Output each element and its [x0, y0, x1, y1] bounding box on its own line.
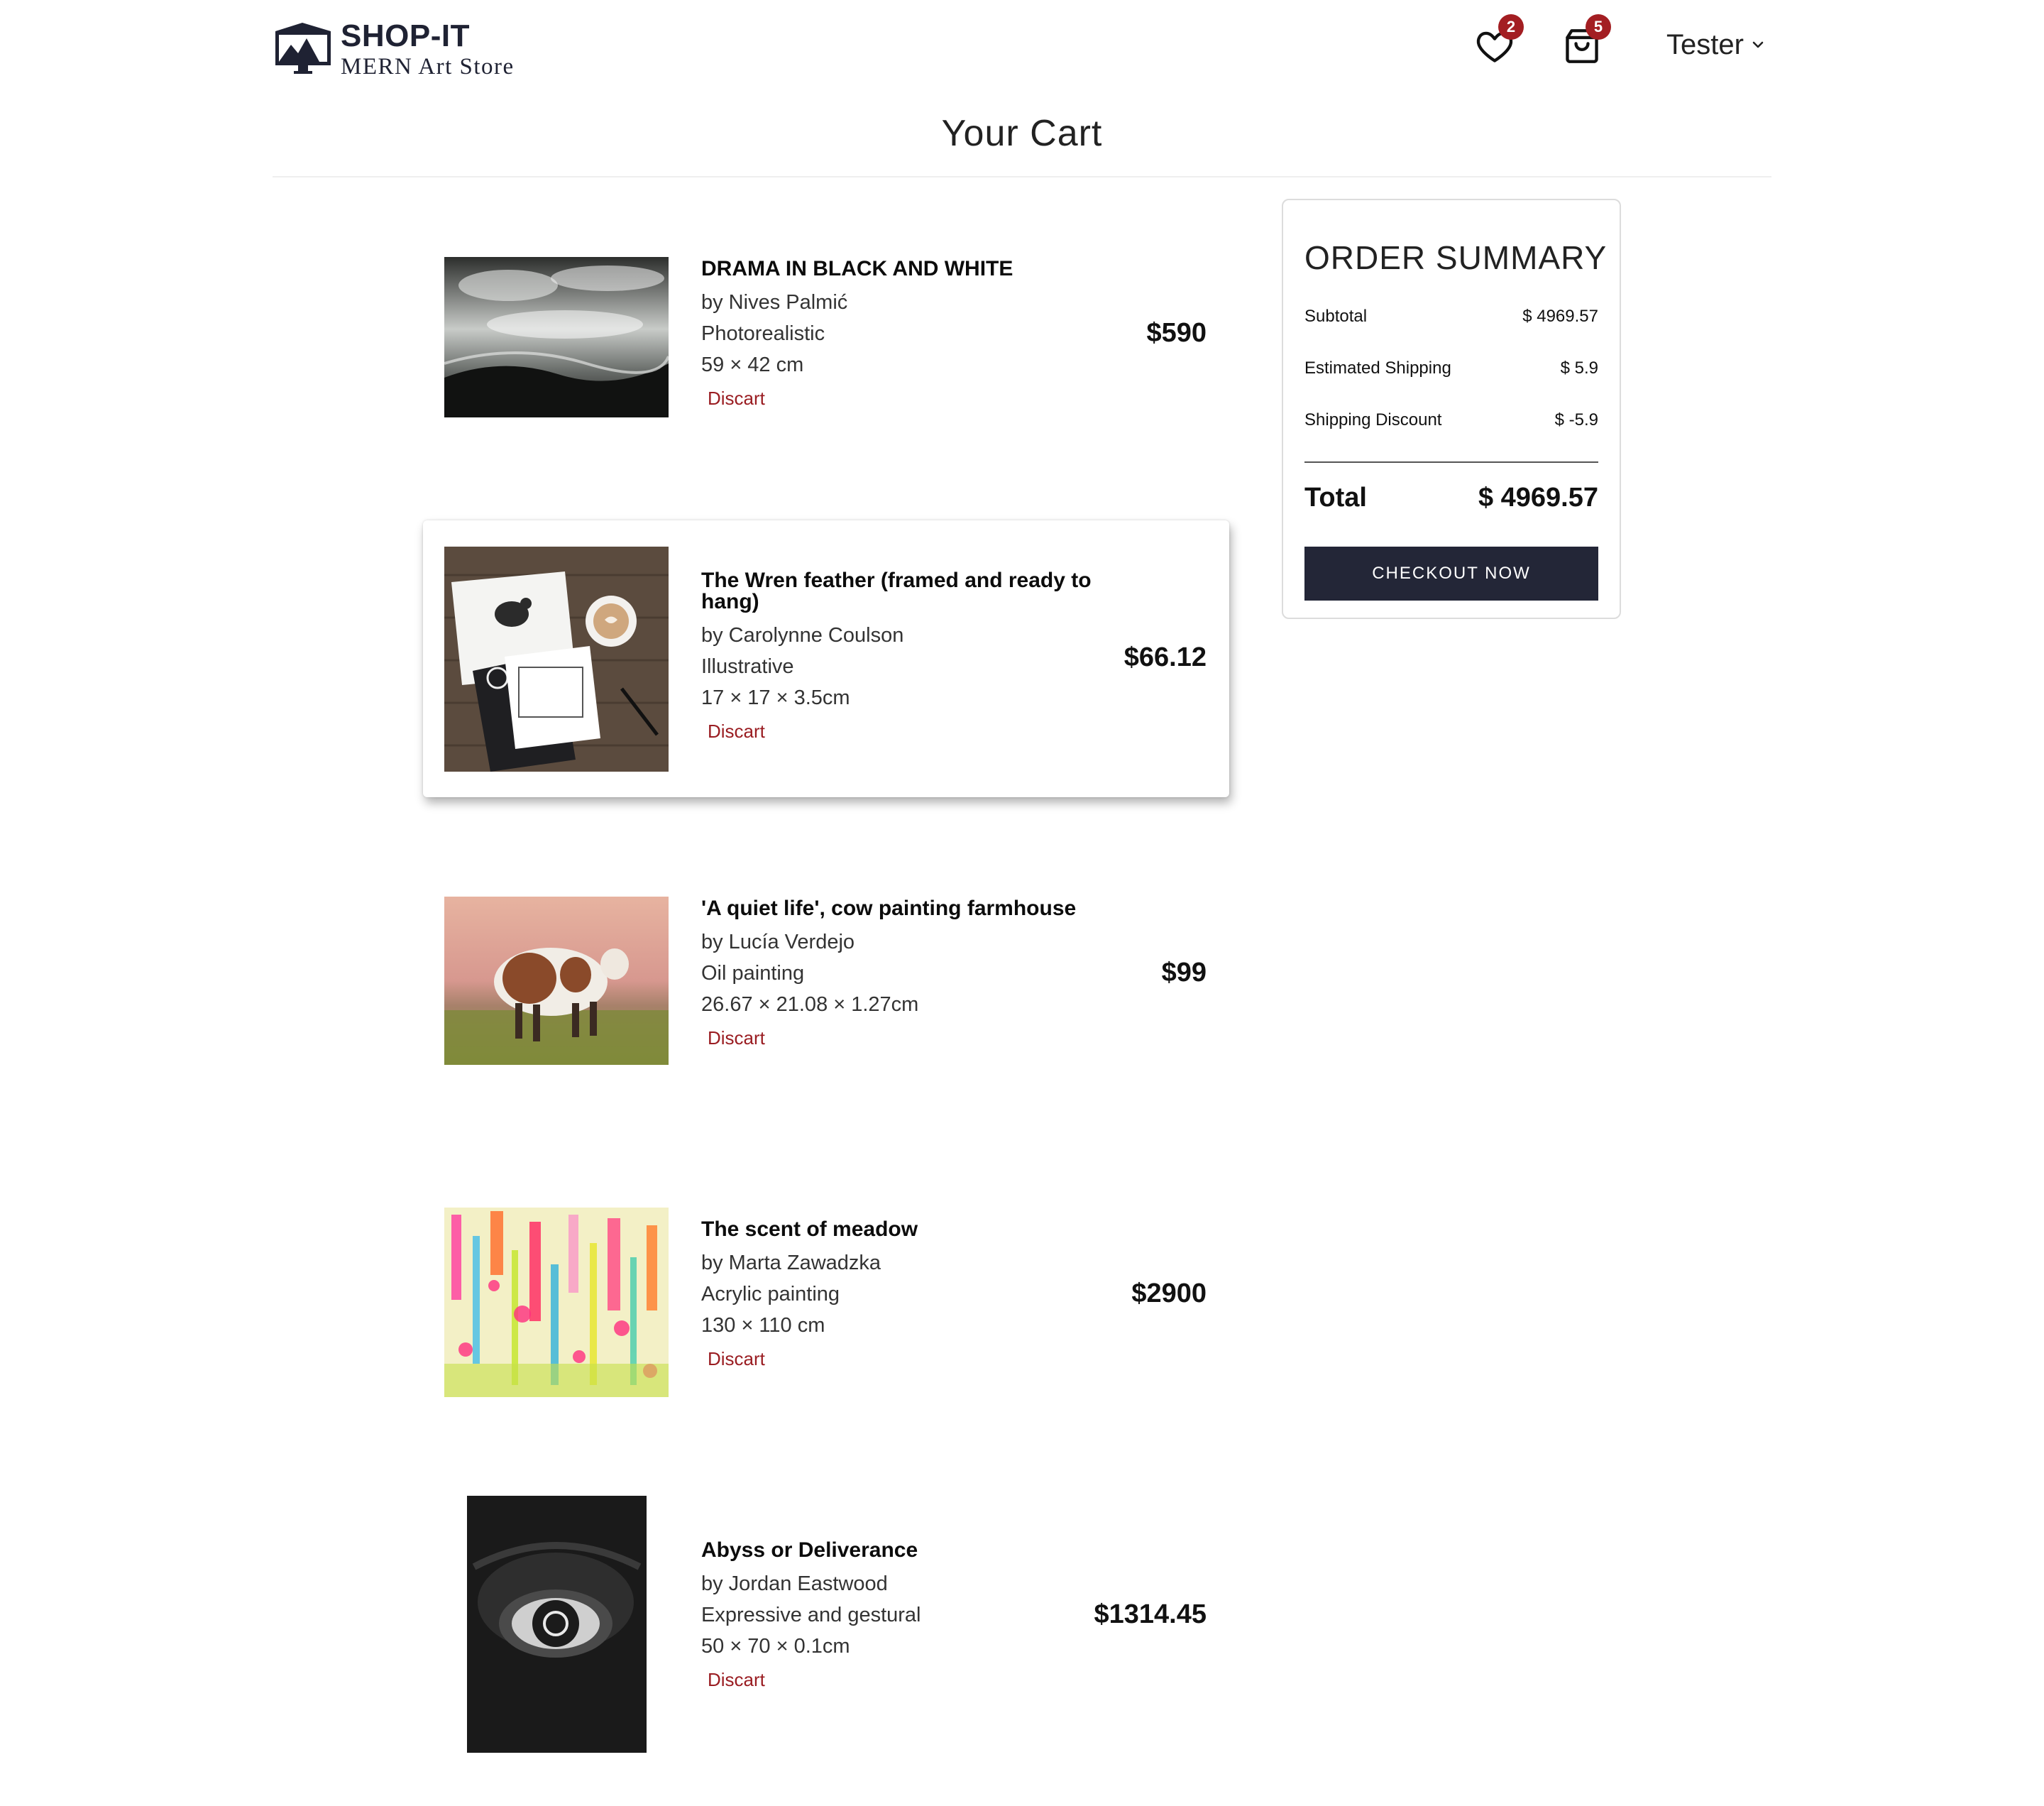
item-dimensions: 26.67 × 21.08 × 1.27cm: [701, 993, 919, 1016]
item-price: $1314.45: [1094, 1599, 1207, 1629]
artwork-thumbnail[interactable]: [444, 547, 669, 772]
item-name[interactable]: Abyss or Deliverance: [701, 1540, 1120, 1561]
artwork-image: [444, 257, 669, 417]
total-label: Total: [1304, 483, 1367, 513]
artwork-image: [467, 1496, 647, 1753]
item-artist: by Lucía Verdejo: [701, 931, 855, 953]
item-name[interactable]: The scent of meadow: [701, 1219, 1120, 1240]
item-name[interactable]: 'A quiet life', cow painting farmhouse: [701, 898, 1120, 919]
item-style: Illustrative: [701, 655, 794, 678]
item-artist: by Carolynne Coulson: [701, 624, 904, 647]
order-summary-panel: ORDER SUMMARY Subtotal $ 4969.57 Estimat…: [1282, 199, 1621, 619]
cart-count-badge: 5: [1586, 14, 1611, 40]
item-price: $66.12: [1123, 642, 1207, 672]
artwork-image: [444, 897, 669, 1065]
item-name[interactable]: The Wren feather (framed and ready to ha…: [701, 570, 1120, 613]
item-dimensions: 130 × 110 cm: [701, 1314, 825, 1337]
wishlist-count-badge: 2: [1498, 14, 1524, 40]
item-style: Expressive and gestural: [701, 1604, 921, 1626]
item-artist: by Jordan Eastwood: [701, 1572, 888, 1595]
item-style: Photorealistic: [701, 322, 825, 345]
item-style: Acrylic painting: [701, 1283, 840, 1306]
shipping-row: Estimated Shipping $ 5.9: [1304, 359, 1598, 378]
artwork-image: [444, 547, 669, 772]
discard-button[interactable]: Discart: [708, 388, 765, 410]
cart-item: The scent of meadow by Marta Zawadzka Ac…: [423, 1159, 1229, 1436]
item-artist: by Marta Zawadzka: [701, 1252, 881, 1274]
order-summary-title: ORDER SUMMARY: [1304, 239, 1608, 276]
cart-item: 'A quiet life', cow painting farmhouse b…: [423, 838, 1229, 1115]
cart-item: DRAMA IN BLACK AND WHITE by Nives Palmić…: [423, 193, 1229, 470]
subtotal-value: $ 4969.57: [1522, 307, 1598, 326]
item-price: $590: [1146, 318, 1207, 348]
artwork-thumbnail[interactable]: [444, 257, 669, 417]
artwork-thumbnail[interactable]: [444, 1208, 669, 1397]
item-price: $99: [1161, 958, 1207, 987]
item-name[interactable]: DRAMA IN BLACK AND WHITE: [701, 258, 1120, 280]
subtotal-label: Subtotal: [1304, 307, 1368, 326]
cart-button[interactable]: 5: [1561, 14, 1611, 67]
wishlist-button[interactable]: 2: [1474, 14, 1524, 67]
brand-name: SHOP-IT: [341, 18, 470, 53]
monitor-mountain-logo-icon: [275, 23, 331, 74]
shipping-discount-row: Shipping Discount $ -5.9: [1304, 410, 1598, 430]
shipping-value: $ 5.9: [1560, 359, 1598, 378]
shipping-discount-label: Shipping Discount: [1304, 410, 1442, 429]
cart-item: The Wren feather (framed and ready to ha…: [423, 520, 1229, 797]
user-name: Tester: [1666, 28, 1744, 60]
discard-button[interactable]: Discart: [708, 1669, 765, 1691]
artwork-thumbnail[interactable]: [444, 897, 669, 1065]
subtotal-row: Subtotal $ 4969.57: [1304, 307, 1598, 327]
item-dimensions: 50 × 70 × 0.1cm: [701, 1635, 850, 1658]
item-style: Oil painting: [701, 962, 805, 985]
artwork-image: [444, 1208, 669, 1397]
shipping-discount-value: $ -5.9: [1554, 410, 1598, 429]
item-artist: by Nives Palmić: [701, 291, 848, 314]
checkout-now-button[interactable]: CHECKOUT NOW: [1304, 547, 1598, 601]
item-dimensions: 17 × 17 × 3.5cm: [701, 686, 850, 709]
discard-button[interactable]: Discart: [708, 1027, 765, 1049]
total-row: Total $ 4969.57: [1304, 483, 1598, 513]
shipping-label: Estimated Shipping: [1304, 359, 1451, 378]
artwork-thumbnail[interactable]: [467, 1496, 647, 1753]
total-value: $ 4969.57: [1478, 483, 1598, 513]
header-divider: [273, 176, 1771, 177]
item-dimensions: 59 × 42 cm: [701, 354, 804, 376]
user-menu[interactable]: Tester: [1666, 27, 1765, 62]
discard-button[interactable]: Discart: [708, 1348, 765, 1370]
page-title: Your Cart: [941, 113, 1103, 154]
chevron-down-icon: [1752, 41, 1764, 48]
item-price: $2900: [1131, 1279, 1207, 1308]
cart-item: Abyss or Deliverance by Jordan Eastwood …: [423, 1480, 1229, 1757]
brand-subtitle: MERN Art Store: [341, 54, 515, 80]
summary-divider: [1304, 461, 1598, 463]
discard-button[interactable]: Discart: [708, 721, 765, 743]
store-logo[interactable]: SHOP-IT MERN Art Store: [273, 18, 556, 82]
